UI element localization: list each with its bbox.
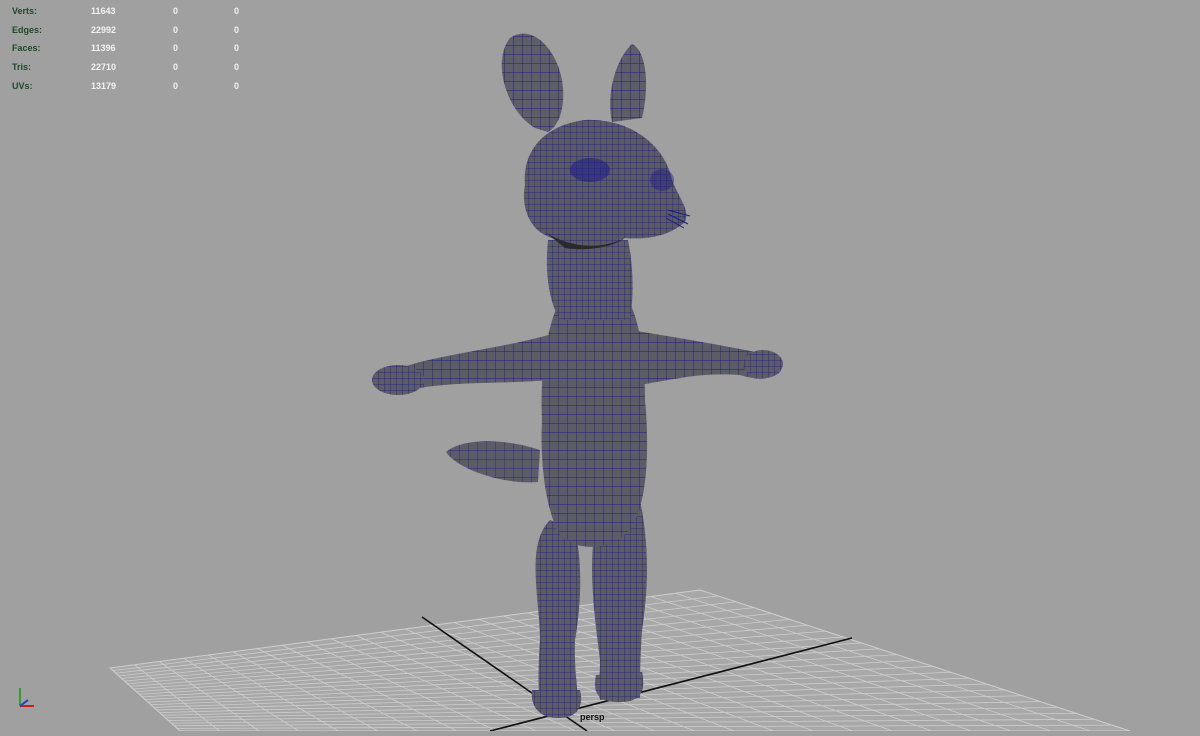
hud-value: 0 (234, 62, 240, 73)
hud-label: UVs: (12, 80, 33, 91)
camera-label: persp (580, 712, 605, 722)
hud-row: Edges: 22992 0 0 (12, 21, 252, 40)
hud-value: 0 (234, 43, 240, 54)
hud-value: 0 (234, 6, 240, 16)
hud-label: Tris: (12, 62, 32, 73)
hud-value: 11396 (91, 43, 116, 54)
hud-label: Verts: (12, 6, 38, 16)
hud-value: 0 (173, 24, 179, 35)
hud-row: UVs: 13179 0 0 (12, 77, 252, 96)
scene-canvas[interactable] (0, 0, 1200, 732)
hud-value: 22710 (91, 62, 117, 73)
poly-count-hud: Verts: 11643 0 0 Edges: 22992 0 0 Faces: 11396 0 0 T… (12, 2, 252, 95)
axis-gizmo-icon (19, 688, 34, 707)
hud-value: 0 (173, 80, 179, 91)
hud-value: 13179 (91, 80, 117, 91)
hud-value: 0 (234, 24, 240, 35)
hud-value: 22992 (91, 24, 117, 35)
hud-value: 0 (173, 43, 179, 54)
hud-label: Faces: (12, 43, 41, 54)
hud-value: 0 (173, 62, 179, 73)
perspective-viewport[interactable]: Verts: 11643 0 0 Edges: 22992 0 0 Faces: 11396 0 0 T… (0, 0, 1200, 732)
hud-value: 0 (173, 6, 179, 16)
mesh-eye-left (570, 158, 610, 182)
hud-label: Edges: (12, 24, 43, 35)
hud-value: 0 (234, 80, 240, 91)
hud-value: 11643 (91, 6, 116, 16)
hud-row: Verts: 11643 0 0 (12, 2, 252, 21)
hud-row: Faces: 11396 0 0 (12, 39, 252, 58)
hud-row: Tris: 22710 0 0 (12, 58, 252, 77)
